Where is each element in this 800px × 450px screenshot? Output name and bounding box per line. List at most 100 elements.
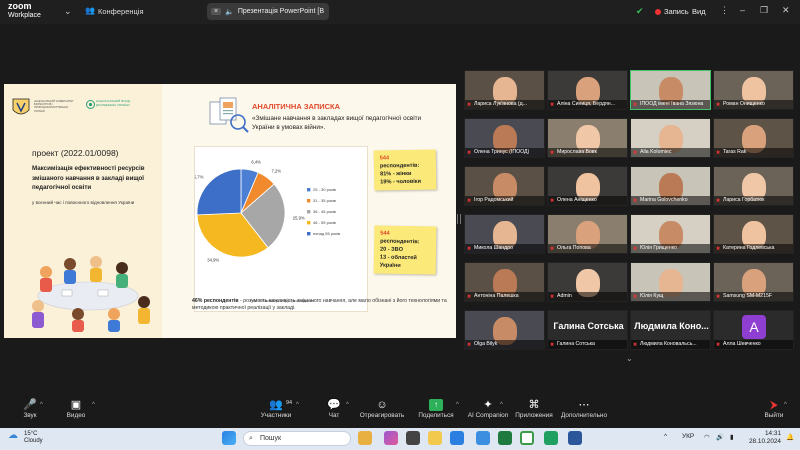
legend-label: 25 - 30 років	[313, 187, 336, 192]
battery-icon[interactable]: ▮	[730, 433, 734, 441]
zoom-app-icon[interactable]	[476, 431, 490, 445]
legend-label: 36 - 45 років	[313, 209, 336, 214]
participant-tile[interactable]: Роман Онищенко ✖	[713, 70, 794, 110]
taskbar-clock[interactable]: 14:31 28.10.2024	[745, 430, 781, 446]
participants-caret-icon[interactable]: ^	[296, 402, 299, 408]
participant-tile[interactable]: Samsung SM-M215F ✖	[713, 262, 794, 302]
participant-tile[interactable]: Людмила Коно... Людмила Коновальсь... ✖	[630, 310, 711, 350]
project-subtitle: у воєнний час і повоєнного відновлення У…	[32, 200, 135, 205]
leave-caret-icon[interactable]: ^	[784, 402, 787, 408]
weather-widget[interactable]: ☁ 15°C Cloudy	[8, 431, 43, 445]
minimize-icon[interactable]: –	[740, 5, 745, 15]
participant-name: Катерина Годлевська	[714, 244, 793, 253]
share-caret-icon[interactable]: ^	[456, 402, 459, 408]
participant-tile[interactable]: Лариса Лук'янова (д... ✖	[464, 70, 545, 110]
audio-options-caret-icon[interactable]: ^	[40, 402, 43, 408]
analytic-title: АНАЛІТИЧНА ЗАПИСКА	[252, 102, 341, 111]
leave-label: Выйти	[764, 412, 784, 419]
chrome-icon[interactable]	[520, 431, 534, 445]
wifi-icon[interactable]: ◠	[704, 433, 710, 441]
chat-caret-icon[interactable]: ^	[346, 402, 349, 408]
more-icon[interactable]: ⋮	[720, 5, 729, 16]
record-status[interactable]: Запись	[655, 7, 689, 16]
shield-icon[interactable]: ✔	[636, 6, 644, 17]
participant-tile[interactable]: Ольга Попова ✖	[547, 214, 628, 254]
restore-icon[interactable]: ❐	[760, 5, 768, 16]
participant-tile[interactable]: Marina Golovchenko ✖	[630, 166, 711, 206]
ai-caret-icon[interactable]: ^	[500, 402, 503, 408]
participant-tile[interactable]: A Алла Шевченко ✖	[713, 310, 794, 350]
panel-resize-handle[interactable]	[457, 214, 461, 224]
participant-tile[interactable]: Olga Bilyk ✖	[464, 310, 545, 350]
file-explorer-icon[interactable]	[428, 431, 442, 445]
taskbar-search[interactable]: ⌕ Пошук	[243, 431, 351, 446]
participant-name: ІПООД імені Івана Зязюна	[631, 100, 710, 109]
participant-name: Marina Golovchenko	[631, 196, 710, 205]
legend-label: 46 - 55 років	[313, 220, 336, 225]
participant-tile[interactable]: Admin ✖	[547, 262, 628, 302]
title-bar: zoom Workplace ⌄ 👥 Конференція × 🔈 Презе…	[0, 0, 800, 24]
slide-right-panel: АНАЛІТИЧНА ЗАПИСКА «Змішане навчання в з…	[166, 84, 456, 338]
close-icon[interactable]: ✕	[782, 5, 790, 16]
tray-chevron-icon[interactable]: ^	[664, 433, 667, 440]
chevron-down-icon[interactable]: ⌄	[64, 6, 72, 17]
participant-tile[interactable]: Юлія Кущ ✖	[630, 262, 711, 302]
meet-icon[interactable]	[544, 431, 558, 445]
conference-label[interactable]: Конференція	[98, 7, 144, 16]
video-label: Видео	[66, 412, 86, 419]
mic-muted-icon: ✖	[467, 102, 472, 108]
participant-tile[interactable]: Мирослава Вовк ✖	[547, 118, 628, 158]
pumpkin-widget-icon[interactable]	[358, 431, 372, 445]
copilot-icon[interactable]	[384, 431, 398, 445]
participant-name: Ігор Радомський	[465, 196, 544, 205]
ai-companion-label: AI Companion	[467, 412, 509, 419]
react-button[interactable]: ☺ Отреагировать	[352, 398, 412, 419]
mic-muted-icon: ✖	[550, 150, 555, 156]
word-icon[interactable]	[568, 431, 582, 445]
participant-name: Галина Сотська	[548, 340, 627, 349]
participant-tile[interactable]: ІПООД імені Івана Зязюна ✖	[630, 70, 711, 110]
participant-tile[interactable]: Лариса Горбатюк ✖	[713, 166, 794, 206]
participant-tile[interactable]: Аліна Синиця, Бердян... ✖	[547, 70, 628, 110]
keyboard-language[interactable]: УКР	[682, 433, 694, 440]
clock-time: 14:31	[765, 430, 781, 437]
participant-name: Юлія Кущ	[631, 292, 710, 301]
camera-icon: ▣	[70, 399, 82, 411]
stop-share-icon[interactable]: ×	[211, 8, 222, 15]
meeting-illustration	[32, 256, 150, 332]
emoji-icon: ☺	[376, 399, 388, 411]
share-indicator[interactable]: × 🔈 Презентація PowerPoint [В	[207, 3, 329, 20]
project-label: проект (2022.01/0098)	[32, 148, 119, 158]
participant-tile[interactable]: Катерина Годлевська ✖	[713, 214, 794, 254]
chevron-down-icon[interactable]: ⌄	[626, 354, 633, 363]
audio-label: Звук	[23, 412, 37, 419]
participant-tile[interactable]: Антоніна Палешка ✖	[464, 262, 545, 302]
windows-start-icon[interactable]	[222, 431, 236, 445]
leave-button[interactable]: ⮞ Выйти	[744, 398, 800, 419]
excel-icon[interactable]	[498, 431, 512, 445]
task-view-icon[interactable]	[406, 431, 420, 445]
participant-tile[interactable]: Alla Kolomiec ✖	[630, 118, 711, 158]
participant-tile[interactable]: Олена Аніщенко ✖	[547, 166, 628, 206]
notification-bell-icon[interactable]: 🔔	[786, 433, 794, 441]
video-button[interactable]: ▣ Видео	[46, 398, 106, 419]
documents-icon	[209, 97, 249, 133]
people-icon: 👥	[85, 6, 95, 15]
shared-slide: НАЦІОНАЛЬНИЙ УНІВЕРСИТЕТ БІОРЕСУРСІВ І П…	[4, 84, 456, 338]
participant-tile[interactable]: Ігор Радомський ✖	[464, 166, 545, 206]
participant-tile[interactable]: Галина Сотська Галина Сотська ✖	[547, 310, 628, 350]
more-label: Дополнительно	[561, 412, 607, 419]
more-button[interactable]: ⋯ Дополнительно	[554, 398, 614, 419]
store-icon[interactable]	[450, 431, 464, 445]
participant-tile[interactable]: Юлія Грищенко ✖	[630, 214, 711, 254]
participant-tile[interactable]: Taras Rak ✖	[713, 118, 794, 158]
participant-name: Olga Bilyk	[465, 340, 544, 349]
mic-muted-icon: ✖	[550, 102, 555, 108]
participant-tile[interactable]: Микола Шандро ✖	[464, 214, 545, 254]
record-label: Запись	[664, 7, 689, 16]
view-menu[interactable]: Вид	[692, 7, 706, 16]
volume-icon[interactable]: 🔊	[716, 433, 724, 441]
video-options-caret-icon[interactable]: ^	[92, 402, 95, 408]
mic-muted-icon: ✖	[550, 294, 555, 300]
participant-tile[interactable]: Олена Тринус (ІПООД) ✖	[464, 118, 545, 158]
